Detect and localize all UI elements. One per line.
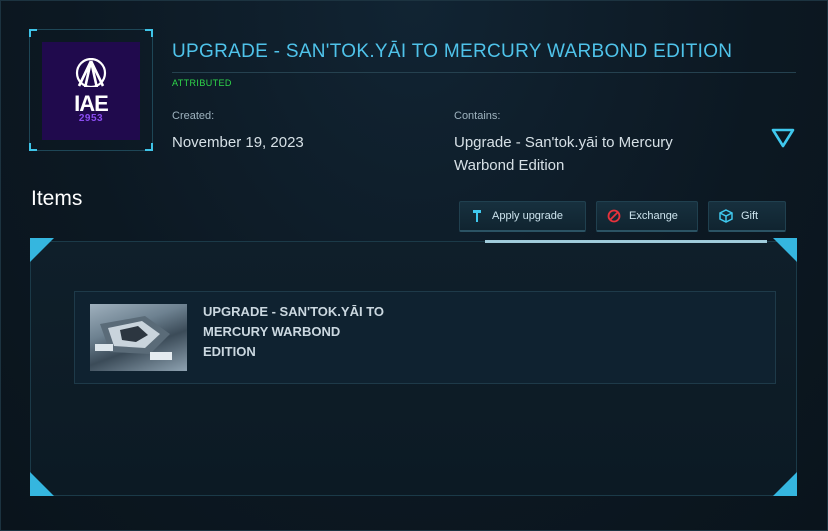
contains-value-line1: Upgrade - San'tok.yāi to Mercury xyxy=(454,134,673,151)
exchange-button[interactable]: Exchange xyxy=(596,201,698,232)
gift-icon xyxy=(719,209,733,223)
item-card-title: UPGRADE - SAN'TOK.YĀI TO MERCURY WARBOND… xyxy=(203,302,403,362)
panel-corner-bottom-left xyxy=(30,472,54,496)
panel-corner-bottom-right xyxy=(773,472,797,496)
exchange-label: Exchange xyxy=(629,210,678,222)
ship-thumbnail xyxy=(90,304,187,371)
items-heading: Items xyxy=(31,187,83,210)
contains-label: Contains: xyxy=(454,110,501,122)
created-label: Created: xyxy=(172,110,215,122)
item-card-title-line3: EDITION xyxy=(203,344,256,359)
apply-upgrade-icon xyxy=(470,209,484,223)
item-card-title-line1: UPGRADE - SAN'TOK.YĀI TO xyxy=(203,304,385,319)
item-card-title-line2: MERCURY WARBOND xyxy=(203,324,341,339)
gift-button[interactable]: Gift xyxy=(708,201,786,232)
iae-emblem-icon xyxy=(75,58,107,92)
contains-value-line2: Warbond Edition xyxy=(454,157,565,174)
panel-corner-top-left xyxy=(30,238,54,262)
logo-main-text: IAE xyxy=(74,91,109,116)
created-value: November 19, 2023 xyxy=(172,134,304,151)
item-card[interactable]: UPGRADE - SAN'TOK.YĀI TO MERCURY WARBOND… xyxy=(74,291,776,384)
expand-chevron-icon[interactable] xyxy=(771,128,795,148)
apply-upgrade-button[interactable]: Apply upgrade xyxy=(459,201,586,232)
status-badge: ATTRIBUTED xyxy=(172,78,232,88)
panel-corner-top-right xyxy=(773,238,797,262)
pledge-page: IAE 2953 UPGRADE - SAN'TOK.YĀI TO MERCUR… xyxy=(0,0,828,531)
iae-logo: IAE 2953 xyxy=(42,42,140,140)
logo-year-text: 2953 xyxy=(78,113,104,124)
apply-upgrade-label: Apply upgrade xyxy=(492,210,563,222)
gift-label: Gift xyxy=(741,210,759,222)
exchange-icon xyxy=(607,209,621,223)
panel-glow-bar xyxy=(485,240,767,243)
pledge-logo-frame: IAE 2953 xyxy=(29,29,153,151)
pledge-title: UPGRADE - SAN'TOK.YĀI TO MERCURY WARBOND… xyxy=(172,41,733,62)
title-divider xyxy=(172,72,796,73)
